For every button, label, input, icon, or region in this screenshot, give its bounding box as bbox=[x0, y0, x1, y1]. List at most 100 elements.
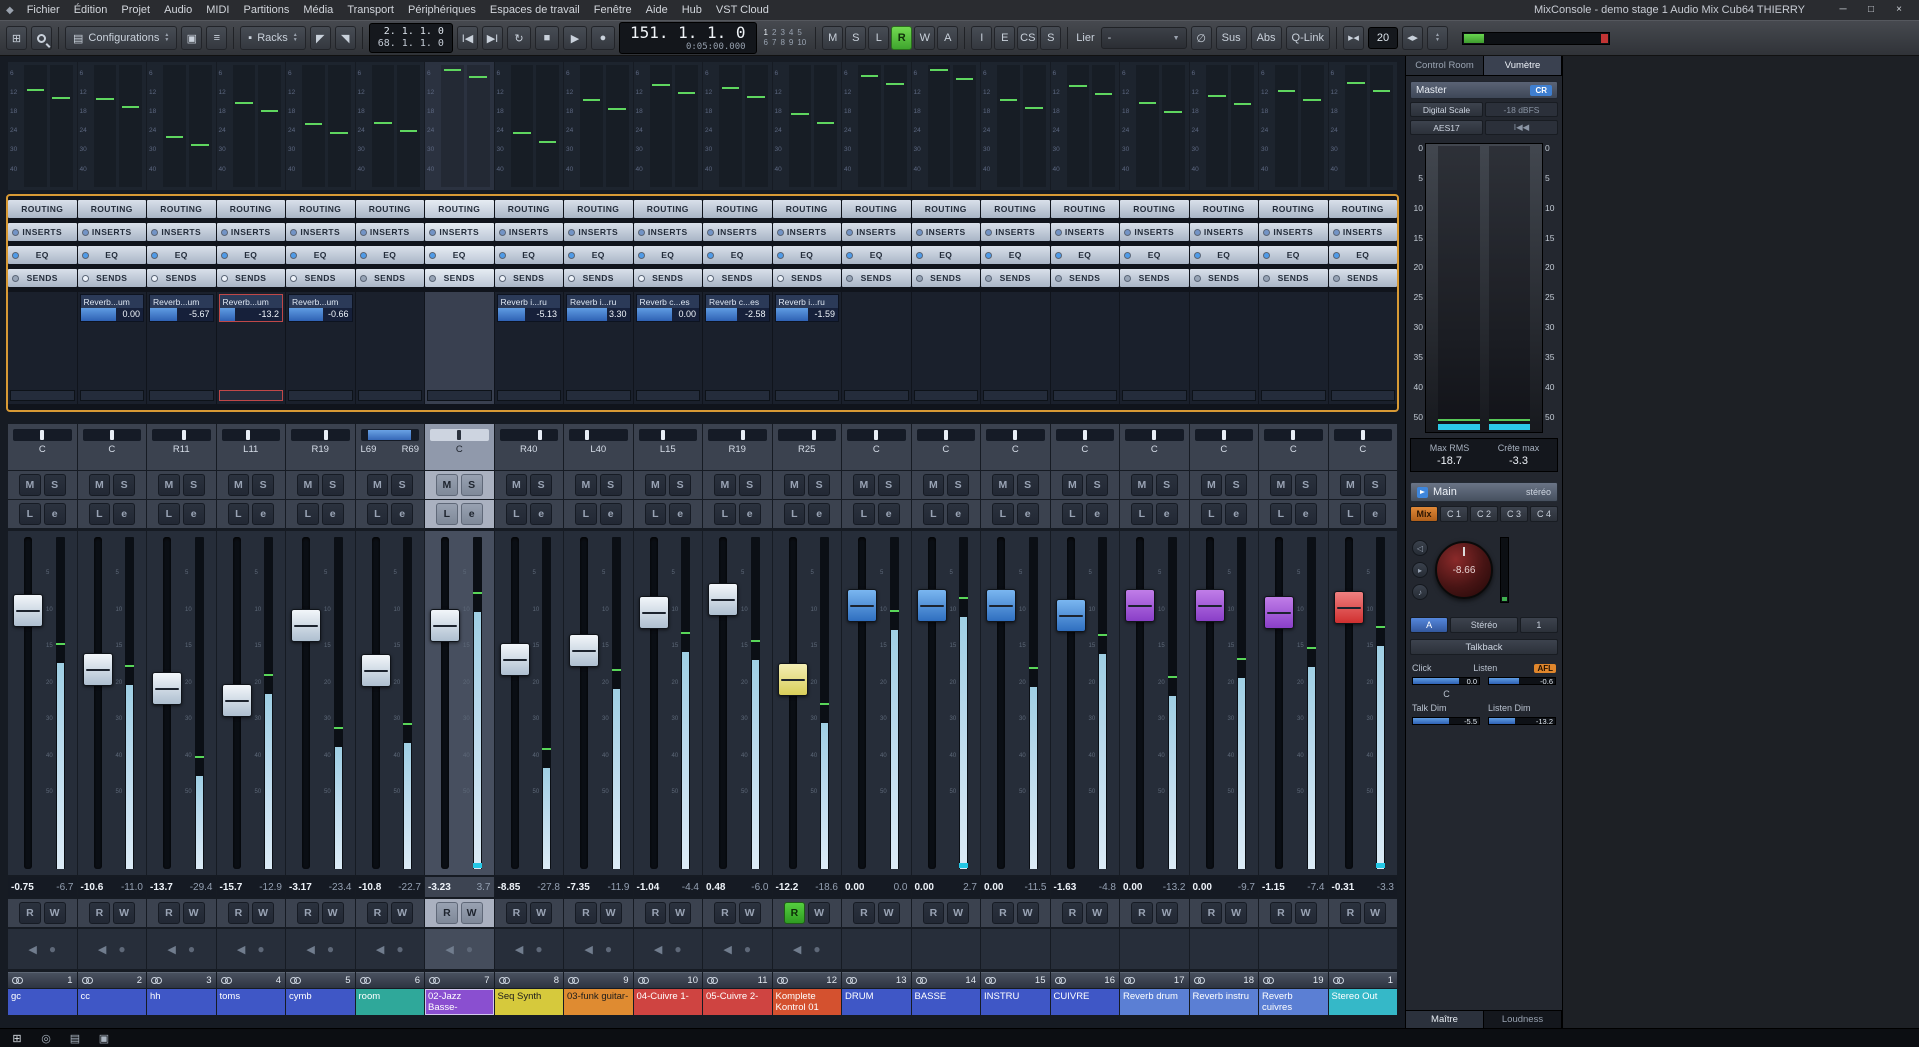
tab-maitre[interactable]: Maître bbox=[1406, 1011, 1484, 1028]
edit-ch8[interactable]: e bbox=[530, 503, 552, 525]
mute-ch13[interactable]: M bbox=[853, 474, 875, 496]
rack-eq-ch14[interactable]: EQ bbox=[912, 246, 981, 264]
channel-number-ch1[interactable]: 1 bbox=[8, 972, 77, 988]
menu-item-transport[interactable]: Transport bbox=[340, 0, 401, 20]
rack-sends-ch2[interactable]: SENDS bbox=[78, 269, 147, 287]
mute-ch6[interactable]: M bbox=[367, 474, 389, 496]
bridge-meter-ch6[interactable]: 61218243040 bbox=[356, 62, 425, 190]
record-arm-icon[interactable]: ● bbox=[744, 942, 751, 956]
rack-inserts-ch5[interactable]: INSERTS bbox=[286, 223, 355, 241]
pan-track[interactable] bbox=[569, 429, 628, 441]
stop-button[interactable]: ■ bbox=[535, 26, 559, 50]
send-empty-slot[interactable] bbox=[775, 390, 840, 401]
pan-ch4[interactable]: L11 bbox=[217, 424, 286, 470]
channel-name-ch8[interactable]: Seq Synth bbox=[495, 989, 564, 1015]
read-ch18[interactable]: R bbox=[1201, 902, 1223, 924]
send-empty-slot[interactable] bbox=[1053, 390, 1118, 401]
write-ch17[interactable]: W bbox=[1156, 902, 1178, 924]
solo-ch19[interactable]: S bbox=[1295, 474, 1317, 496]
mute-ch11[interactable]: M bbox=[714, 474, 736, 496]
edit-ch1[interactable]: e bbox=[44, 503, 66, 525]
view-cs-button[interactable]: CS bbox=[1017, 26, 1038, 50]
pan-ch19[interactable]: C bbox=[1259, 424, 1328, 470]
listen-ch18[interactable]: L bbox=[1201, 503, 1223, 525]
send-empty-slot[interactable] bbox=[844, 390, 909, 401]
marker-7[interactable]: 7 bbox=[772, 39, 776, 47]
functions-menu-button[interactable]: ≡ bbox=[206, 26, 227, 50]
send-level-bar[interactable]: -2.58 bbox=[706, 308, 769, 321]
rack-eq-ch8[interactable]: EQ bbox=[495, 246, 564, 264]
rack-routing-ch20[interactable]: ROUTING bbox=[1329, 200, 1398, 218]
channel-name-ch5[interactable]: cymb bbox=[286, 989, 355, 1015]
rack-eq-ch3[interactable]: EQ bbox=[147, 246, 216, 264]
read-ch8[interactable]: R bbox=[506, 902, 528, 924]
rack-inserts-ch16[interactable]: INSERTS bbox=[1051, 223, 1120, 241]
sends-slots-ch14[interactable] bbox=[912, 292, 981, 404]
rack-inserts-ch10[interactable]: INSERTS bbox=[634, 223, 703, 241]
read-ch7[interactable]: R bbox=[436, 902, 458, 924]
talk-dim-slider[interactable]: -5.5 bbox=[1412, 717, 1480, 725]
listen-dim-slider[interactable]: -13.2 bbox=[1488, 717, 1556, 725]
rack-routing-ch13[interactable]: ROUTING bbox=[842, 200, 911, 218]
go-next-button[interactable]: ▶I bbox=[482, 26, 503, 50]
edit-ch7[interactable]: e bbox=[461, 503, 483, 525]
pan-track[interactable] bbox=[1334, 429, 1393, 441]
rack-eq-ch20[interactable]: EQ bbox=[1329, 246, 1398, 264]
channel-name-ch3[interactable]: hh bbox=[147, 989, 216, 1015]
read-ch9[interactable]: R bbox=[575, 902, 597, 924]
fader-cap[interactable] bbox=[569, 634, 599, 667]
fader-cap[interactable] bbox=[291, 609, 321, 642]
channel-name-ch9[interactable]: 03-funk guitar- bbox=[564, 989, 633, 1015]
sends-slots-ch6[interactable] bbox=[356, 292, 425, 404]
fader-cap[interactable] bbox=[1195, 589, 1225, 622]
fader-track[interactable] bbox=[24, 537, 32, 869]
taskbar-icon-search[interactable]: ◎ bbox=[33, 1030, 59, 1047]
click-level-slider[interactable]: 0.0 bbox=[1412, 677, 1480, 685]
rack-inserts-ch18[interactable]: INSERTS bbox=[1190, 223, 1259, 241]
edit-ch20[interactable]: e bbox=[1364, 503, 1386, 525]
rack-routing-ch5[interactable]: ROUTING bbox=[286, 200, 355, 218]
rack-routing-ch6[interactable]: ROUTING bbox=[356, 200, 425, 218]
rack-inserts-ch12[interactable]: INSERTS bbox=[773, 223, 842, 241]
fader-track[interactable] bbox=[1067, 537, 1075, 869]
record-arm-icon[interactable]: ● bbox=[49, 942, 56, 956]
edit-ch12[interactable]: e bbox=[808, 503, 830, 525]
menu-item-projet[interactable]: Projet bbox=[114, 0, 157, 20]
marker-3[interactable]: 3 bbox=[780, 29, 784, 37]
bridge-meter-ch4[interactable]: 61218243040 bbox=[217, 62, 286, 190]
solo-ch11[interactable]: S bbox=[739, 474, 761, 496]
read-ch10[interactable]: R bbox=[645, 902, 667, 924]
mute-ch4[interactable]: M bbox=[228, 474, 250, 496]
menu-item-vst-cloud[interactable]: VST Cloud bbox=[709, 0, 776, 20]
rack-inserts-ch11[interactable]: INSERTS bbox=[703, 223, 772, 241]
filter-r-button[interactable]: R bbox=[891, 26, 912, 50]
channel-number-ch3[interactable]: 3 bbox=[147, 972, 216, 988]
rack-eq-ch7[interactable]: EQ bbox=[425, 246, 494, 264]
listen-ch9[interactable]: L bbox=[575, 503, 597, 525]
rack-inserts-ch17[interactable]: INSERTS bbox=[1120, 223, 1189, 241]
send-empty-slot[interactable] bbox=[497, 390, 562, 401]
rack-routing-ch18[interactable]: ROUTING bbox=[1190, 200, 1259, 218]
pan-ch15[interactable]: C bbox=[981, 424, 1050, 470]
rack-routing-ch11[interactable]: ROUTING bbox=[703, 200, 772, 218]
fader-cap[interactable] bbox=[430, 609, 460, 642]
rack-eq-ch11[interactable]: EQ bbox=[703, 246, 772, 264]
solo-ch9[interactable]: S bbox=[600, 474, 622, 496]
fader-track[interactable] bbox=[1136, 537, 1144, 869]
fader-cap[interactable] bbox=[708, 583, 738, 616]
zoom-spinner[interactable]: ▲▼ bbox=[1427, 26, 1448, 50]
pan-ch10[interactable]: L15 bbox=[634, 424, 703, 470]
edit-ch15[interactable]: e bbox=[1017, 503, 1039, 525]
sends-slots-ch1[interactable] bbox=[8, 292, 77, 404]
listen-ch20[interactable]: L bbox=[1340, 503, 1362, 525]
channel-number-ch13[interactable]: 13 bbox=[842, 972, 911, 988]
rack-routing-ch2[interactable]: ROUTING bbox=[78, 200, 147, 218]
pan-ch3[interactable]: R11 bbox=[147, 424, 216, 470]
fader-cap[interactable] bbox=[1264, 596, 1294, 629]
send-level-bar[interactable]: -5.67 bbox=[150, 308, 213, 321]
rack-routing-ch12[interactable]: ROUTING bbox=[773, 200, 842, 218]
solo-ch13[interactable]: S bbox=[878, 474, 900, 496]
rack-routing-ch16[interactable]: ROUTING bbox=[1051, 200, 1120, 218]
channel-number-ch12[interactable]: 12 bbox=[773, 972, 842, 988]
send-empty-slot[interactable] bbox=[427, 390, 492, 401]
